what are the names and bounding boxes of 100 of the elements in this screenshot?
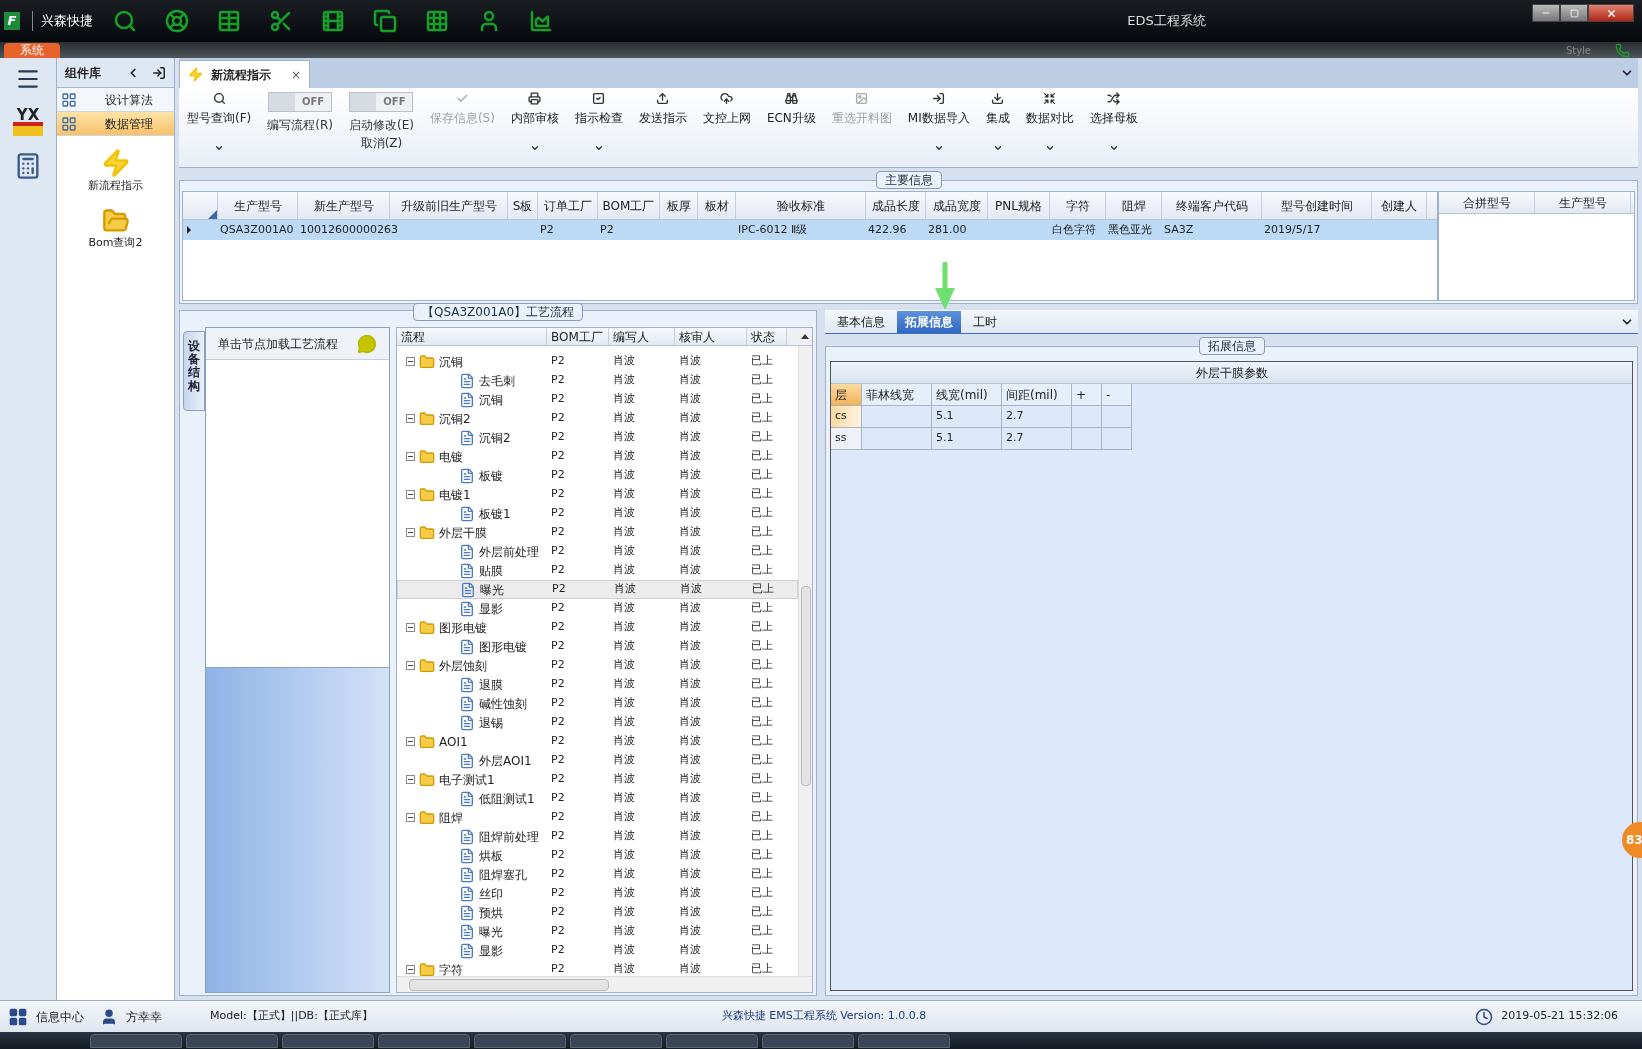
tree-row[interactable]: 电子测试1 P2 肖波 肖波 已上: [397, 770, 798, 789]
lifebuoy-icon[interactable]: [165, 9, 189, 33]
column-header[interactable]: 板厚: [660, 192, 698, 219]
document-tab[interactable]: 新流程指示 ×: [179, 60, 311, 88]
tree-row[interactable]: 低阻测试1 P2 肖波 肖波 已上: [397, 789, 798, 808]
toggle-switch[interactable]: OFF: [349, 92, 414, 112]
tree-row[interactable]: 阻焊 P2 肖波 肖波 已上: [397, 808, 798, 827]
collapse-toggle[interactable]: [406, 528, 415, 537]
toolbar-button[interactable]: MI数据导入: [899, 88, 978, 160]
column-header[interactable]: 核审人: [675, 328, 747, 345]
vertical-scrollbar[interactable]: [798, 346, 812, 976]
column-header[interactable]: 成品宽度: [926, 192, 988, 219]
collapse-toggle[interactable]: [406, 414, 415, 423]
column-header[interactable]: 流程: [397, 328, 547, 345]
area-chart-icon[interactable]: [529, 9, 553, 33]
horizontal-scrollbar[interactable]: [397, 976, 812, 992]
tree-row[interactable]: 阻焊塞孔 P2 肖波 肖波 已上: [397, 865, 798, 884]
column-header[interactable]: 升级前旧生产型号: [390, 192, 508, 219]
collapse-toggle[interactable]: [406, 490, 415, 499]
toolbar-button[interactable]: 型号查询(F): [179, 88, 260, 160]
tree-row[interactable]: 沉铜2 P2 肖波 肖波 已上: [397, 428, 798, 447]
tree-row[interactable]: 碱性蚀刻 P2 肖波 肖波 已上: [397, 694, 798, 713]
table-icon[interactable]: [217, 9, 241, 33]
grid-icon[interactable]: [8, 1006, 28, 1027]
tree-row[interactable]: 贴膜 P2 肖波 肖波 已上: [397, 561, 798, 580]
tree-row[interactable]: 曝光 P2 肖波 肖波 已上: [397, 922, 798, 941]
row-header[interactable]: cs: [831, 406, 862, 428]
tree-row[interactable]: 曝光 P2 肖波 肖波 已上: [397, 580, 798, 599]
minimize-button[interactable]: [1532, 4, 1560, 22]
close-button[interactable]: [1588, 4, 1634, 22]
tree-row[interactable]: 外层AOI1 P2 肖波 肖波 已上: [397, 751, 798, 770]
column-header[interactable]: 菲林线宽: [862, 384, 932, 406]
tree-row[interactable]: 外层干膜 P2 肖波 肖波 已上: [397, 523, 798, 542]
tree-row[interactable]: AOI1 P2 肖波 肖波 已上: [397, 732, 798, 751]
side-tab[interactable]: 设备结构: [183, 331, 205, 411]
collapse-toggle[interactable]: [406, 965, 415, 974]
component-item[interactable]: 设计算法: [57, 88, 174, 112]
column-header[interactable]: 间距(mil): [1002, 384, 1072, 406]
tree-row[interactable]: 退锡 P2 肖波 肖波 已上: [397, 713, 798, 732]
column-header[interactable]: 线宽(mil): [932, 384, 1002, 406]
scroll-up-button[interactable]: [787, 328, 812, 345]
phone-icon[interactable]: [1615, 43, 1630, 58]
column-header[interactable]: PNL规格: [988, 192, 1050, 219]
tree-row[interactable]: 沉铜2 P2 肖波 肖波 已上: [397, 409, 798, 428]
tree-row[interactable]: 外层蚀刻 P2 肖波 肖波 已上: [397, 656, 798, 675]
detail-tab[interactable]: 工时: [965, 311, 1005, 333]
component-item[interactable]: 数据管理: [57, 112, 174, 136]
tree-row[interactable]: 阻焊前处理 P2 肖波 肖波 已上: [397, 827, 798, 846]
column-header[interactable]: BOM工厂: [547, 328, 609, 345]
table-row[interactable]: QSA3Z001A0 10012600000263 P2 P2 IPC-6012 Ⅱ级 422.96 281.00 白色字符 黑色亚光 SA3Z 2019/5/17: [183, 220, 1437, 240]
column-header[interactable]: 终端客户代码: [1162, 192, 1262, 219]
collapse-toggle[interactable]: [406, 737, 415, 746]
toolbar-button[interactable]: 文控上网: [694, 88, 759, 160]
collapse-toggle[interactable]: [406, 623, 415, 632]
info-center-label[interactable]: 信息中心: [36, 1007, 84, 1026]
tree-row[interactable]: 烘板 P2 肖波 肖波 已上: [397, 846, 798, 865]
tree-row[interactable]: 字符 P2 肖波 肖波 已上: [397, 960, 798, 976]
toggle-switch[interactable]: OFF: [268, 92, 333, 112]
column-header[interactable]: 验收标准: [736, 192, 866, 219]
detail-tab[interactable]: 拓展信息: [897, 311, 961, 333]
tree-row[interactable]: 退膜 P2 肖波 肖波 已上: [397, 675, 798, 694]
search-icon[interactable]: [113, 9, 137, 33]
column-header[interactable]: 层: [831, 384, 862, 406]
grid-icon[interactable]: [425, 9, 449, 33]
tree-row[interactable]: 显影 P2 肖波 肖波 已上: [397, 599, 798, 618]
column-header[interactable]: 订单工厂: [538, 192, 598, 219]
toolbar-button[interactable]: 集成: [977, 88, 1018, 160]
row-header[interactable]: ss: [831, 428, 862, 450]
tool-item[interactable]: 新流程指示: [57, 148, 174, 195]
pin-icon[interactable]: [152, 65, 166, 80]
tree-row[interactable]: 外层前处理 P2 肖波 肖波 已上: [397, 542, 798, 561]
detail-tab[interactable]: 基本信息: [829, 311, 893, 333]
toolbar-button[interactable]: ECN升级: [758, 88, 824, 160]
toolbar-button[interactable]: 数据对比: [1017, 88, 1082, 160]
column-header[interactable]: S板: [508, 192, 538, 219]
column-header[interactable]: 字符: [1050, 192, 1106, 219]
column-header[interactable]: 生产型号: [1535, 192, 1631, 213]
column-header[interactable]: 型号创建时间: [1262, 192, 1372, 219]
collapse-toggle[interactable]: [406, 775, 415, 784]
column-header[interactable]: -: [1102, 384, 1132, 406]
maximize-button[interactable]: [1560, 4, 1588, 22]
tree-row[interactable]: 图形电镀 P2 肖波 肖波 已上: [397, 637, 798, 656]
tree-row[interactable]: 板镀1 P2 肖波 肖波 已上: [397, 504, 798, 523]
tree-row[interactable]: 板镀 P2 肖波 肖波 已上: [397, 466, 798, 485]
collapse-toggle[interactable]: [406, 813, 415, 822]
tree-row[interactable]: 丝印 P2 肖波 肖波 已上: [397, 884, 798, 903]
tab-close[interactable]: ×: [291, 65, 302, 84]
column-header[interactable]: 生产型号: [218, 192, 298, 219]
column-header[interactable]: 编写人: [609, 328, 675, 345]
toolbar-button[interactable]: 选择母板: [1081, 88, 1146, 160]
collapse-toggle[interactable]: [406, 452, 415, 461]
collapse-toggle[interactable]: [406, 357, 415, 366]
column-header[interactable]: 新生产型号: [298, 192, 390, 219]
column-header[interactable]: 创建人: [1372, 192, 1427, 219]
tree-row[interactable]: 预烘 P2 肖波 肖波 已上: [397, 903, 798, 922]
scissors-icon[interactable]: [269, 9, 293, 33]
tree-row[interactable]: 电镀 P2 肖波 肖波 已上: [397, 447, 798, 466]
tree-row[interactable]: 沉铜 P2 肖波 肖波 已上: [397, 352, 798, 371]
copy-icon[interactable]: [373, 9, 397, 33]
column-header[interactable]: 成品长度: [866, 192, 926, 219]
